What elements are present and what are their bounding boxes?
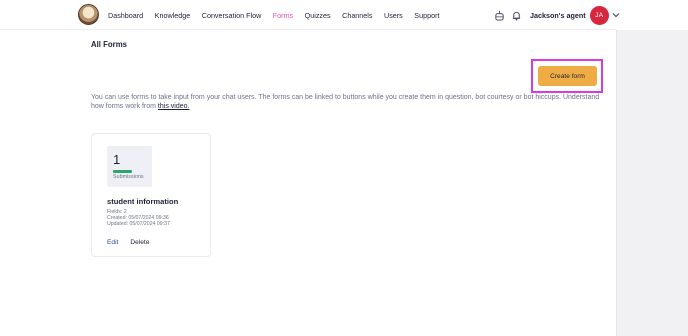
submissions-count: 1 — [113, 152, 121, 167]
create-form-button[interactable]: Create form — [538, 66, 597, 86]
edit-button[interactable]: Edit — [107, 239, 118, 246]
main-menu: Dashboard Knowledge Conversation Flow Fo… — [108, 0, 451, 30]
video-link[interactable]: this video. — [158, 103, 190, 110]
right-scroll-area — [616, 30, 688, 336]
main-content: All Forms Create form You can use forms … — [0, 30, 616, 336]
owl-logo[interactable] — [78, 4, 99, 25]
page-title: All Forms — [91, 40, 127, 49]
bot-icon[interactable] — [492, 8, 506, 22]
submissions-bar — [113, 170, 132, 173]
form-updated: Updated: 05/07/2024 09:37 — [107, 221, 170, 227]
delete-button[interactable]: Delete — [130, 239, 149, 246]
nav-channels[interactable]: Channels — [342, 11, 372, 20]
form-name: student information — [107, 197, 179, 206]
avatar[interactable]: JA — [589, 5, 609, 25]
top-navbar: Dashboard Knowledge Conversation Flow Fo… — [0, 0, 619, 30]
nav-quizzes[interactable]: Quizzes — [305, 11, 331, 20]
nav-forms[interactable]: Forms — [273, 11, 293, 20]
nav-users[interactable]: Users — [384, 11, 403, 20]
nav-support[interactable]: Support — [414, 11, 439, 20]
nav-dashboard[interactable]: Dashboard — [108, 11, 143, 20]
form-card: 1 Submissions student information Fields… — [91, 133, 211, 257]
chevron-down-icon[interactable] — [612, 12, 620, 18]
bell-icon[interactable] — [509, 8, 523, 22]
forms-description: You can use forms to take input from you… — [91, 93, 611, 112]
card-actions: Edit Delete — [107, 239, 161, 246]
submissions-box: 1 Submissions — [107, 146, 152, 187]
nav-conversation-flow[interactable]: Conversation Flow — [202, 11, 262, 20]
nav-right-group: Jackson's agent JA — [492, 0, 620, 30]
nav-knowledge[interactable]: Knowledge — [155, 11, 191, 20]
submissions-label: Submissions — [113, 174, 144, 180]
agent-name[interactable]: Jackson's agent — [530, 11, 586, 20]
